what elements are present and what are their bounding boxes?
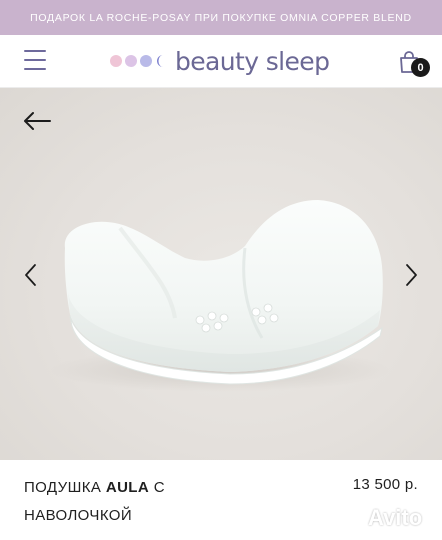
promo-text: ПОДАРОК LA ROCHE-POSAY ПРИ ПОКУПКЕ OMNIA… bbox=[30, 11, 412, 24]
watermark-text: Avito bbox=[368, 505, 423, 530]
product-title[interactable]: ПОДУШКА AULA С НАВОЛОЧКОЙ bbox=[24, 474, 234, 530]
logo-moon-phases-icon bbox=[110, 54, 167, 68]
chevron-left-icon[interactable] bbox=[22, 262, 40, 288]
promo-banner[interactable]: ПОДАРОК LA ROCHE-POSAY ПРИ ПОКУПКЕ OMNIA… bbox=[0, 0, 442, 35]
cart-button[interactable]: 0 bbox=[398, 48, 434, 80]
product-title-prefix: ПОДУШКА bbox=[24, 479, 102, 496]
product-image bbox=[50, 200, 390, 392]
arrow-left-icon[interactable] bbox=[22, 110, 52, 132]
chevron-right-icon[interactable] bbox=[402, 262, 420, 288]
product-gallery[interactable] bbox=[0, 88, 442, 460]
avito-watermark: Avito bbox=[336, 505, 423, 530]
avito-logo-icon bbox=[338, 507, 362, 529]
product-brand: AULA bbox=[105, 479, 150, 496]
brand-logo[interactable]: beauty sleep bbox=[110, 45, 330, 77]
logo-wordmark: beauty sleep bbox=[175, 46, 330, 76]
cart-count-badge: 0 bbox=[411, 58, 430, 77]
site-header: beauty sleep 0 bbox=[0, 35, 442, 88]
product-price: 13 500 р. bbox=[352, 476, 418, 493]
hamburger-menu-icon[interactable] bbox=[24, 48, 46, 72]
